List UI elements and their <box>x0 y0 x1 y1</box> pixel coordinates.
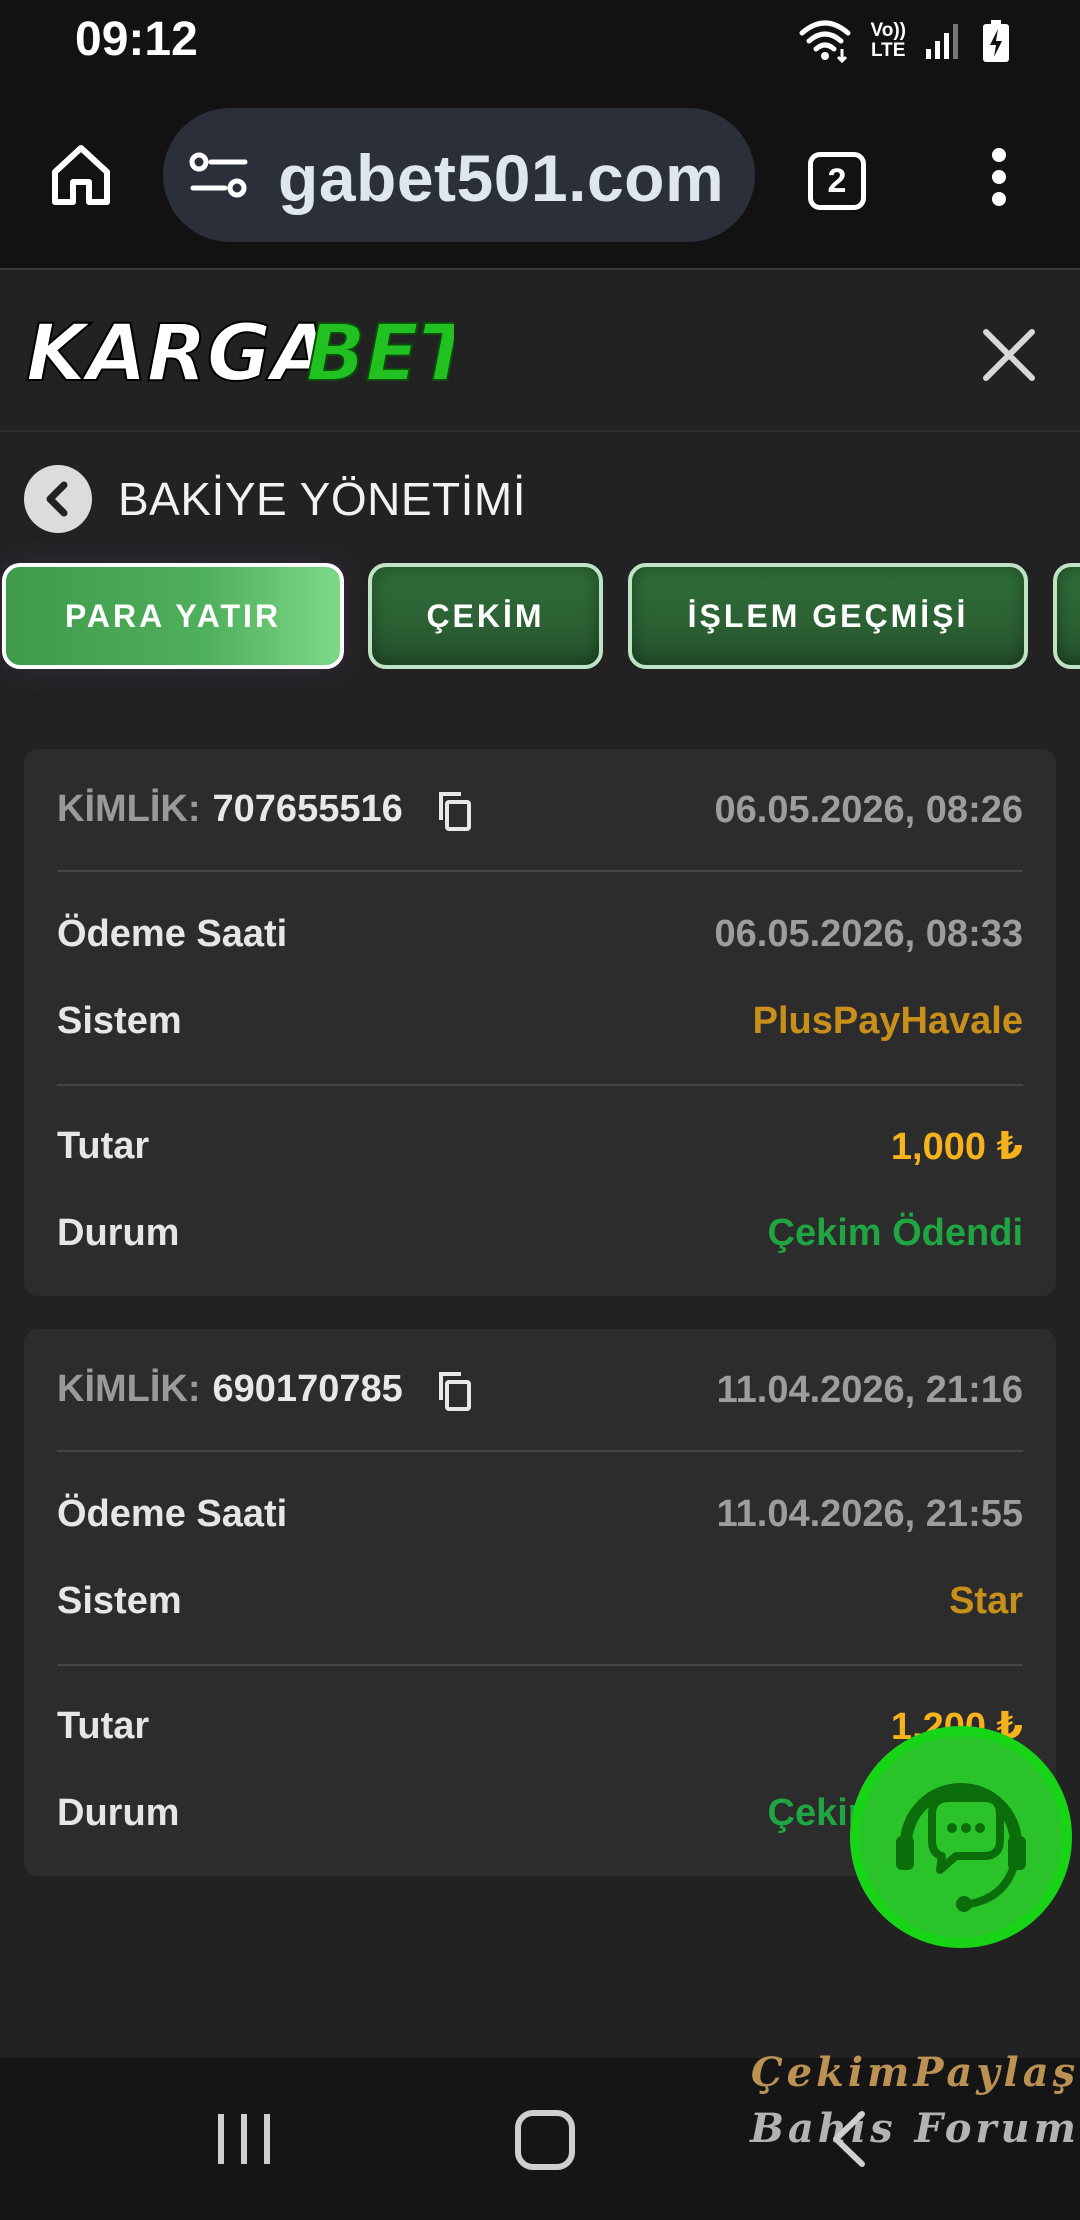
home-icon[interactable] <box>45 138 117 210</box>
status-label: Durum <box>57 1211 180 1254</box>
transaction-header: KİMLİK: 690170785 11.04.2026, 21:16 <box>57 1360 1023 1420</box>
status-row: Durum Çekim Ödendi <box>57 1203 1023 1263</box>
status-icons: Vo)) LTE <box>798 16 1010 66</box>
status-time: 09:12 <box>75 13 198 66</box>
divider <box>57 870 1023 872</box>
copy-icon[interactable] <box>435 790 473 832</box>
browser-menu-icon[interactable] <box>990 148 1008 208</box>
watermark: ÇekimPaylaş Bahis Forum <box>750 2045 1080 2157</box>
amount-value: 1,000 ₺ <box>890 1125 1023 1168</box>
divider <box>57 1664 1023 1666</box>
created-date: 11.04.2026, 21:16 <box>716 1368 1023 1411</box>
headset-chat-icon <box>896 1783 1026 1912</box>
amount-row: Tutar 1,000 ₺ <box>57 1116 1023 1176</box>
address-bar[interactable]: gabet501.com <box>163 108 755 242</box>
tab-switcher-button[interactable]: 2 <box>808 152 866 210</box>
divider <box>57 1084 1023 1086</box>
url-text: gabet501.com <box>278 141 725 215</box>
recents-icon[interactable] <box>216 2112 272 2166</box>
status-label: Durum <box>57 1791 180 1834</box>
payment-time-row: Ödeme Saati 11.04.2026, 21:55 <box>57 1484 1023 1544</box>
system-label: Sistem <box>57 999 182 1042</box>
volte-label: Vo)) <box>870 20 906 41</box>
signal-icon <box>926 24 958 59</box>
site-header: KARGA BET <box>0 272 1080 432</box>
home-nav-icon[interactable] <box>515 2110 575 2170</box>
status-bar: 09:12 Vo)) LTE <box>0 0 1080 84</box>
tab-more[interactable] <box>1053 563 1080 669</box>
close-icon[interactable] <box>980 326 1038 384</box>
id-label: KİMLİK: <box>57 1368 201 1411</box>
transaction-id: 707655516 <box>212 788 403 831</box>
site-settings-icon[interactable] <box>189 150 249 202</box>
divider <box>57 1450 1023 1452</box>
transaction-header: KİMLİK: 707655516 06.05.2026, 08:26 <box>57 780 1023 840</box>
watermark-line-2: Bahis Forum <box>750 2105 1080 2152</box>
live-support-button[interactable] <box>850 1726 1072 1948</box>
payment-time-label: Ödeme Saati <box>57 912 288 955</box>
back-button[interactable] <box>24 465 92 533</box>
system-label: Sistem <box>57 1579 182 1622</box>
svg-text:BET: BET <box>306 309 454 396</box>
system-row: Sistem Star <box>57 1571 1023 1631</box>
created-date: 06.05.2026, 08:26 <box>714 788 1024 831</box>
status-value: Çekim Ödendi <box>767 1211 1024 1254</box>
wifi-icon <box>799 20 851 63</box>
lte-label: LTE <box>870 40 906 61</box>
page-title: BAKİYE YÖNETİMİ <box>118 473 526 525</box>
browser-toolbar: gabet501.com 2 <box>0 84 1080 270</box>
system-value: PlusPayHavale <box>752 999 1023 1042</box>
tab-cekim[interactable]: ÇEKİM <box>368 563 603 669</box>
watermark-line-1: ÇekimPaylaş <box>750 2049 1080 2096</box>
amount-label: Tutar <box>57 1124 150 1167</box>
system-row: Sistem PlusPayHavale <box>57 991 1023 1051</box>
payment-time-value: 11.04.2026, 21:55 <box>716 1492 1023 1535</box>
svg-text:KARGA: KARGA <box>26 309 331 396</box>
battery-charging-icon <box>983 20 1009 62</box>
payment-time-row: Ödeme Saati 06.05.2026, 08:33 <box>57 904 1023 964</box>
system-value: Star <box>949 1579 1023 1622</box>
copy-icon[interactable] <box>435 1370 473 1412</box>
tab-islem-gecmisi[interactable]: İŞLEM GEÇMİŞİ <box>628 563 1028 669</box>
kargabet-logo[interactable]: KARGA BET <box>24 304 454 396</box>
payment-time-value: 06.05.2026, 08:33 <box>714 912 1024 955</box>
amount-label: Tutar <box>57 1704 150 1747</box>
chevron-left-icon <box>46 481 68 517</box>
id-label: KİMLİK: <box>57 788 201 831</box>
payment-time-label: Ödeme Saati <box>57 1492 288 1535</box>
tab-para-yatir[interactable]: PARA YATIR <box>2 563 344 669</box>
transaction-id: 690170785 <box>212 1368 403 1411</box>
transaction-card: KİMLİK: 707655516 06.05.2026, 08:26 Ödeme… <box>24 749 1056 1296</box>
volte-indicator: Vo)) LTE <box>870 21 906 61</box>
